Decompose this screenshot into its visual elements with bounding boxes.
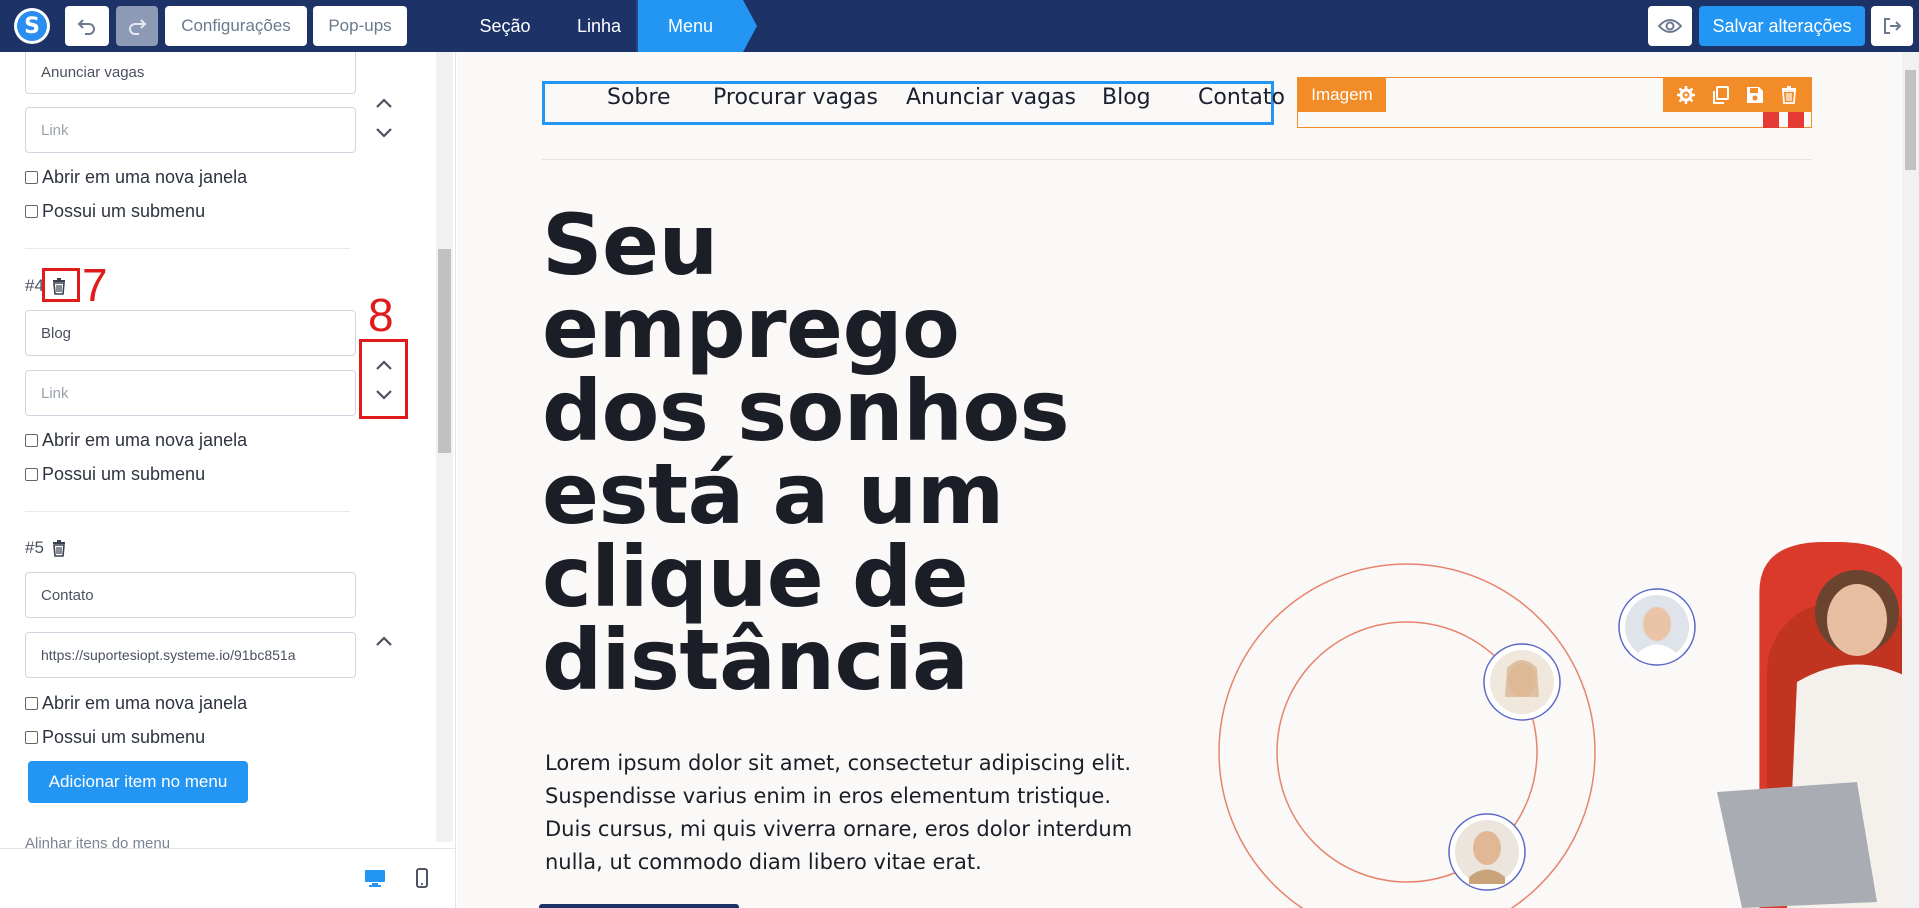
image-element-tag: Imagem bbox=[1298, 78, 1386, 112]
annotation-box-7 bbox=[42, 268, 80, 302]
image-placeholder-square bbox=[1788, 112, 1804, 128]
item4-move-down-icon[interactable] bbox=[371, 384, 397, 406]
checkbox-box[interactable] bbox=[25, 434, 38, 447]
checkbox-box[interactable] bbox=[25, 468, 38, 481]
page-preview: Sobre Procurar vagas Anunciar vagas Blog… bbox=[457, 52, 1919, 908]
item3-link-field[interactable]: Link bbox=[25, 107, 356, 153]
annotation-box-8 bbox=[359, 339, 408, 419]
redo-icon bbox=[129, 19, 147, 35]
item3-submenu-checkbox[interactable]: Possui um submenu bbox=[25, 201, 205, 222]
hero-line: está a um bbox=[542, 445, 1004, 543]
logo-letter: S bbox=[17, 11, 47, 41]
item5-move-up-icon[interactable] bbox=[371, 630, 397, 652]
item5-name-field[interactable]: Contato bbox=[25, 572, 356, 618]
save-changes-button[interactable]: Salvar alterações bbox=[1699, 6, 1865, 46]
item3-move-down-icon[interactable] bbox=[371, 122, 397, 144]
exit-button[interactable] bbox=[1871, 6, 1913, 46]
checkbox-box[interactable] bbox=[25, 205, 38, 218]
image-placeholder-square bbox=[1763, 112, 1779, 128]
tab-menu-arrow bbox=[743, 0, 757, 52]
annotation-label-7: 7 bbox=[82, 259, 108, 311]
avatar bbox=[1448, 813, 1526, 891]
checkbox-label: Possui um submenu bbox=[42, 201, 206, 221]
copy-icon[interactable] bbox=[1712, 86, 1730, 104]
hero-line: Seu emprego bbox=[542, 196, 960, 377]
item4-new-window-checkbox[interactable]: Abrir em uma nova janela bbox=[25, 430, 247, 451]
cta-button-edge[interactable] bbox=[539, 904, 739, 908]
tab-section[interactable]: Seção bbox=[470, 0, 540, 52]
popups-button[interactable]: Pop-ups bbox=[313, 6, 407, 46]
hero-line: dos sonhos bbox=[542, 362, 1070, 460]
annotation-label-8: 8 bbox=[368, 289, 394, 341]
undo-button[interactable] bbox=[65, 6, 109, 46]
exit-icon bbox=[1884, 18, 1902, 34]
checkbox-label: Abrir em uma nova janela bbox=[42, 693, 248, 713]
item4-submenu-checkbox[interactable]: Possui um submenu bbox=[25, 464, 205, 485]
item5-new-window-checkbox[interactable]: Abrir em uma nova janela bbox=[25, 693, 247, 714]
desktop-view-icon[interactable] bbox=[364, 869, 386, 892]
tab-row[interactable]: Linha bbox=[565, 0, 633, 52]
item-divider bbox=[25, 511, 350, 512]
checkbox-label: Possui um submenu bbox=[42, 727, 206, 747]
header-divider bbox=[542, 159, 1812, 160]
item5-number-text: #5 bbox=[25, 538, 44, 557]
top-toolbar: S Configurações Pop-ups Seção Linha Menu… bbox=[0, 0, 1919, 52]
eye-icon bbox=[1658, 19, 1682, 33]
item3-move-up-icon[interactable] bbox=[371, 92, 397, 114]
trash-icon[interactable] bbox=[1781, 86, 1797, 104]
item3-name-field[interactable]: Anunciar vagas bbox=[25, 52, 356, 94]
sidebar-scrollbar-thumb[interactable] bbox=[438, 249, 451, 453]
checkbox-label: Possui um submenu bbox=[42, 464, 206, 484]
item5-submenu-checkbox[interactable]: Possui um submenu bbox=[25, 727, 205, 748]
checkbox-box[interactable] bbox=[25, 731, 38, 744]
nav-link-about[interactable]: Sobre bbox=[607, 85, 671, 110]
avatar bbox=[1618, 588, 1696, 666]
item4-move-up-icon[interactable] bbox=[371, 354, 397, 376]
nav-link-search-jobs[interactable]: Procurar vagas bbox=[713, 85, 878, 110]
checkbox-label: Abrir em uma nova janela bbox=[42, 430, 248, 450]
systeme-logo[interactable]: S bbox=[14, 8, 50, 44]
tab-menu[interactable]: Menu bbox=[638, 0, 743, 52]
preview-button[interactable] bbox=[1648, 6, 1692, 46]
checkbox-box[interactable] bbox=[25, 697, 38, 710]
nav-link-contact[interactable]: Contato bbox=[1198, 85, 1285, 110]
item5-number: #5 bbox=[25, 538, 44, 558]
item4-link-field[interactable]: Link bbox=[25, 370, 356, 416]
preview-scrollbar[interactable] bbox=[1902, 52, 1919, 908]
item5-link-field[interactable]: https://suportesiopt.systeme.io/91bc851a bbox=[25, 632, 356, 678]
preview-scrollbar-thumb[interactable] bbox=[1905, 70, 1916, 170]
image-element-toolbar bbox=[1663, 78, 1811, 112]
hero-illustration bbox=[1218, 542, 1917, 908]
item3-new-window-checkbox[interactable]: Abrir em uma nova janela bbox=[25, 167, 247, 188]
save-icon[interactable] bbox=[1746, 86, 1764, 104]
settings-button[interactable]: Configurações bbox=[165, 6, 307, 46]
checkbox-box[interactable] bbox=[25, 171, 38, 184]
item5-delete-icon[interactable] bbox=[49, 536, 69, 560]
nav-link-post-jobs[interactable]: Anunciar vagas bbox=[906, 85, 1076, 110]
avatar bbox=[1483, 643, 1561, 721]
item-divider bbox=[25, 248, 350, 249]
add-menu-item-button[interactable]: Adicionar item no menu bbox=[28, 761, 248, 803]
redo-button[interactable] bbox=[116, 6, 158, 46]
sidebar-footer bbox=[0, 848, 455, 908]
nav-link-blog[interactable]: Blog bbox=[1102, 85, 1151, 110]
checkbox-label: Abrir em uma nova janela bbox=[42, 167, 248, 187]
mobile-view-icon[interactable] bbox=[416, 868, 428, 893]
undo-icon bbox=[77, 19, 95, 35]
gear-icon[interactable] bbox=[1677, 86, 1696, 104]
item4-name-field[interactable]: Blog bbox=[25, 310, 356, 356]
menu-settings-sidebar: Anunciar vagas Link Abrir em uma nova ja… bbox=[0, 52, 456, 908]
